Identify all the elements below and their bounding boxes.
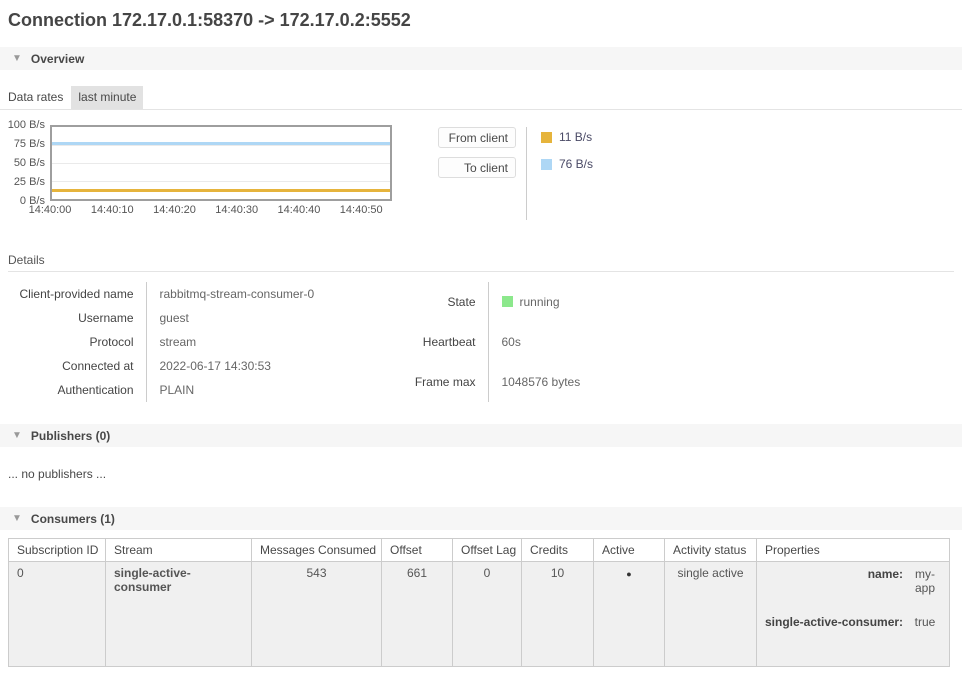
details-panel: Client-provided name rabbitmq-stream-con… bbox=[8, 282, 962, 402]
legend-to-client-button[interactable]: To client bbox=[438, 157, 516, 178]
col-stream: Stream bbox=[106, 539, 252, 562]
col-activity-status: Activity status bbox=[665, 539, 757, 562]
detail-value: 60s bbox=[488, 322, 580, 362]
to-client-series-line bbox=[52, 142, 390, 145]
data-rates-label: Data rates bbox=[8, 86, 67, 109]
detail-label: Protocol bbox=[8, 330, 146, 354]
active-cell: ● bbox=[594, 562, 665, 667]
from-client-series-line bbox=[52, 189, 390, 192]
detail-label: Frame max bbox=[410, 362, 488, 402]
gridline bbox=[52, 181, 390, 182]
gridline bbox=[52, 163, 390, 164]
stream-link[interactable]: single-active-consumer bbox=[106, 562, 252, 667]
offset-lag-cell: 0 bbox=[453, 562, 522, 667]
consumers-header-row: Subscription ID Stream Messages Consumed… bbox=[9, 539, 950, 562]
detail-value: stream bbox=[146, 330, 410, 354]
from-client-rate: 11 B/s bbox=[559, 130, 592, 144]
data-rates-tabs: Data rates last minute bbox=[0, 86, 962, 110]
detail-label: State bbox=[410, 282, 488, 322]
consumer-row: 0 single-active-consumer 543 661 0 10 ● … bbox=[9, 562, 950, 667]
col-properties: Properties bbox=[757, 539, 950, 562]
detail-label: Authentication bbox=[8, 378, 146, 402]
y-tick: 100 B/s bbox=[8, 119, 45, 131]
section-publishers-header[interactable]: ▼ Publishers (0) bbox=[0, 424, 962, 447]
y-tick: 75 B/s bbox=[14, 138, 45, 150]
detail-value: guest bbox=[146, 306, 410, 330]
x-tick: 14:40:20 bbox=[153, 204, 196, 216]
section-overview-header[interactable]: ▼ Overview bbox=[0, 47, 962, 70]
to-client-swatch-icon bbox=[541, 159, 552, 170]
state-value: running bbox=[520, 295, 560, 309]
chart-y-axis: 100 B/s 75 B/s 50 B/s 25 B/s 0 B/s bbox=[8, 125, 50, 201]
data-rates-chart: 100 B/s 75 B/s 50 B/s 25 B/s 0 B/s 14:40… bbox=[8, 125, 962, 220]
col-offset: Offset bbox=[382, 539, 453, 562]
credits-cell: 10 bbox=[522, 562, 594, 667]
range-tab-last-minute[interactable]: last minute bbox=[71, 86, 143, 109]
plot-area bbox=[50, 125, 392, 201]
collapse-triangle-icon: ▼ bbox=[12, 514, 22, 524]
details-right-table: State running Heartbeat 60s Frame max 10… bbox=[410, 282, 580, 402]
from-client-swatch-icon bbox=[541, 132, 552, 143]
page-title: Connection 172.17.0.1:58370 -> 172.17.0.… bbox=[8, 10, 954, 31]
col-subscription-id: Subscription ID bbox=[9, 539, 106, 562]
section-overview-label: Overview bbox=[31, 52, 84, 66]
detail-label: Username bbox=[8, 306, 146, 330]
active-dot-icon: ● bbox=[626, 569, 631, 579]
properties-cell: name: my-app single-active-consumer: tru… bbox=[757, 562, 950, 667]
detail-label: Heartbeat bbox=[410, 322, 488, 362]
chart-x-axis: 14:40:00 14:40:10 14:40:20 14:40:30 14:4… bbox=[50, 204, 392, 220]
detail-label: Client-provided name bbox=[8, 282, 146, 306]
y-tick: 50 B/s bbox=[14, 157, 45, 169]
x-tick: 14:40:30 bbox=[215, 204, 258, 216]
consumers-table: Subscription ID Stream Messages Consumed… bbox=[8, 538, 950, 667]
messages-consumed-cell: 543 bbox=[252, 562, 382, 667]
chart-legend: From client To client 11 B/s 76 B/s bbox=[438, 125, 593, 220]
properties-list: name: my-app single-active-consumer: tru… bbox=[765, 566, 941, 662]
detail-value: 2022-06-17 14:30:53 bbox=[146, 354, 410, 378]
legend-from-client-button[interactable]: From client bbox=[438, 127, 516, 148]
x-tick: 14:40:10 bbox=[91, 204, 134, 216]
detail-label: Connected at bbox=[8, 354, 146, 378]
details-heading: Details bbox=[8, 253, 954, 272]
x-tick: 14:40:00 bbox=[29, 204, 72, 216]
collapse-triangle-icon: ▼ bbox=[12, 431, 22, 441]
section-consumers-label: Consumers (1) bbox=[31, 512, 115, 526]
section-publishers-label: Publishers (0) bbox=[31, 429, 110, 443]
y-tick: 25 B/s bbox=[14, 176, 45, 188]
col-active: Active bbox=[594, 539, 665, 562]
to-client-rate: 76 B/s bbox=[559, 157, 593, 171]
offset-cell: 661 bbox=[382, 562, 453, 667]
state-running-indicator-icon bbox=[502, 296, 513, 307]
x-tick: 14:40:40 bbox=[278, 204, 321, 216]
col-messages-consumed: Messages Consumed bbox=[252, 539, 382, 562]
detail-value: 1048576 bytes bbox=[488, 362, 580, 402]
details-left-table: Client-provided name rabbitmq-stream-con… bbox=[8, 282, 410, 402]
col-offset-lag: Offset Lag bbox=[453, 539, 522, 562]
activity-status-cell: single active bbox=[665, 562, 757, 667]
legend-divider bbox=[526, 127, 527, 220]
x-tick: 14:40:50 bbox=[340, 204, 383, 216]
subscription-id-cell: 0 bbox=[9, 562, 106, 667]
property-value: true bbox=[909, 614, 941, 662]
detail-value: running bbox=[488, 282, 580, 322]
detail-value: rabbitmq-stream-consumer-0 bbox=[146, 282, 410, 306]
detail-value: PLAIN bbox=[146, 378, 410, 402]
property-key: single-active-consumer: bbox=[765, 614, 909, 662]
section-consumers-header[interactable]: ▼ Consumers (1) bbox=[0, 507, 962, 530]
col-credits: Credits bbox=[522, 539, 594, 562]
collapse-triangle-icon: ▼ bbox=[12, 54, 22, 64]
no-publishers-text: ... no publishers ... bbox=[8, 467, 954, 481]
